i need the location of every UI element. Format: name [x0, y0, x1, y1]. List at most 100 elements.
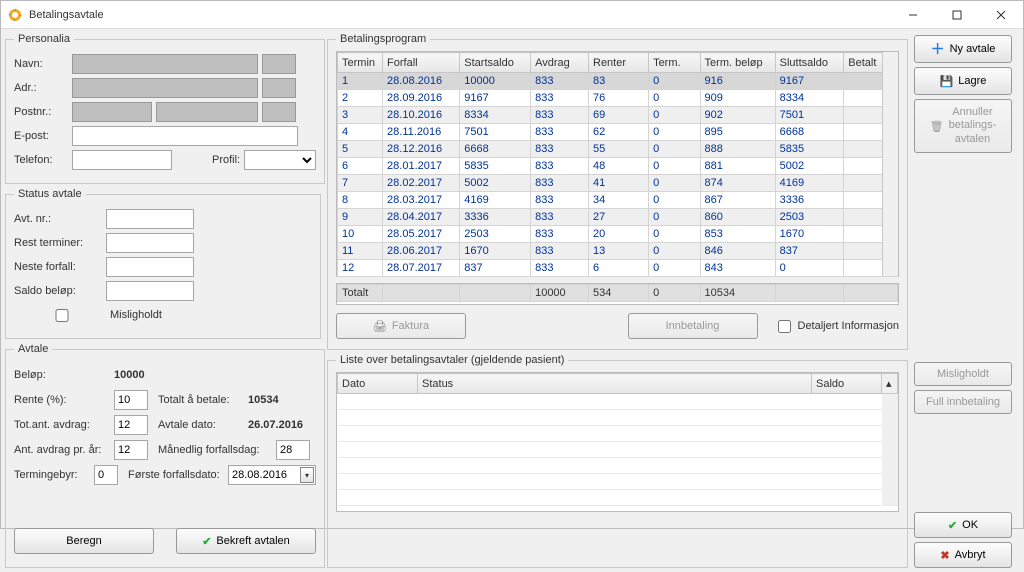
window-title: Betalingsavtale: [29, 9, 104, 21]
program-header-6[interactable]: Term. beløp: [700, 53, 775, 73]
annuller-button[interactable]: 🗑 Annullerbetalings-avtalen: [914, 99, 1012, 153]
program-header-7[interactable]: Sluttsaldo: [775, 53, 844, 73]
postnr-label: Postnr.:: [14, 106, 72, 118]
check-icon: ✔: [202, 535, 211, 548]
program-header-3[interactable]: Avdrag: [531, 53, 589, 73]
neste-input[interactable]: [106, 257, 194, 277]
titlebar: Betalingsavtale: [1, 1, 1023, 29]
avbryt-button[interactable]: ✖Avbryt: [914, 542, 1012, 568]
table-row[interactable]: 728.02.201750028334108744169: [338, 175, 898, 192]
navn-input[interactable]: [72, 54, 258, 74]
navn-input-2[interactable]: [262, 54, 296, 74]
table-row[interactable]: 928.04.201733368332708602503: [338, 209, 898, 226]
misligholdt-checkbox[interactable]: [18, 309, 106, 322]
grid-scrollbar[interactable]: [882, 52, 898, 276]
list-item[interactable]: [338, 458, 898, 474]
close-button[interactable]: [979, 1, 1023, 29]
total-row-grid: Totalt 10000 534 0 10534: [336, 283, 899, 305]
ok-button[interactable]: ✔OK: [914, 512, 1012, 538]
detaljert-check-wrapper[interactable]: Detaljert Informasjon: [774, 317, 900, 336]
ny-avtale-button[interactable]: ＋ Ny avtale: [914, 35, 1012, 63]
total-termbelop: 10534: [700, 285, 775, 302]
plus-icon: ＋: [931, 39, 945, 59]
list2-legend: Liste over betalingsavtaler (gjeldende p…: [336, 354, 568, 366]
program-grid[interactable]: TerminForfallStartsaldoAvdragRenterTerm.…: [336, 51, 899, 277]
trash-icon: 🗑: [930, 120, 944, 133]
program-header-0[interactable]: Termin: [338, 53, 383, 73]
epost-label: E-post:: [14, 130, 72, 142]
antprar-input[interactable]: [114, 440, 148, 460]
total-term: 0: [649, 285, 700, 302]
list-item[interactable]: [338, 394, 898, 410]
table-row[interactable]: 628.01.201758358334808815002: [338, 158, 898, 175]
profil-select[interactable]: [244, 150, 316, 170]
list2-h-dato[interactable]: Dato: [338, 374, 418, 394]
avtnr-input[interactable]: [106, 209, 194, 229]
list-item[interactable]: [338, 474, 898, 490]
app-icon: [7, 7, 23, 23]
totaltbetale-value: 10534: [248, 394, 279, 406]
table-row[interactable]: 1228.07.2017837833608430: [338, 260, 898, 277]
antprar-label: Ant. avdrag pr. år:: [14, 444, 114, 456]
saldo-input[interactable]: [106, 281, 194, 301]
postnr-input-1[interactable]: [72, 102, 152, 122]
full-innbetaling-button[interactable]: Full innbetaling: [914, 390, 1012, 414]
maximize-button[interactable]: [935, 1, 979, 29]
save-icon: 💾: [940, 75, 954, 88]
maned-input[interactable]: [276, 440, 310, 460]
list-item[interactable]: [338, 410, 898, 426]
epost-input[interactable]: [72, 126, 298, 146]
telefon-input[interactable]: [72, 150, 172, 170]
table-row[interactable]: 228.09.201691678337609098334: [338, 90, 898, 107]
list2-scroll-head: ▴: [882, 374, 898, 394]
lagre-button[interactable]: 💾 Lagre: [914, 67, 1012, 95]
personalia-group: Personalia Navn: Adr.: Postnr.: E-post:: [5, 33, 325, 184]
list2-h-status[interactable]: Status: [418, 374, 812, 394]
rest-input[interactable]: [106, 233, 194, 253]
faktura-button[interactable]: 🖨 Faktura: [336, 313, 466, 339]
minimize-button[interactable]: [891, 1, 935, 29]
rente-input[interactable]: [114, 390, 148, 410]
table-row[interactable]: 828.03.201741698333408673336: [338, 192, 898, 209]
table-row[interactable]: 328.10.201683348336909027501: [338, 107, 898, 124]
totant-input[interactable]: [114, 415, 148, 435]
navn-label: Navn:: [14, 58, 72, 70]
misligholdt-button[interactable]: Misligholdt: [914, 362, 1012, 386]
list-item[interactable]: [338, 442, 898, 458]
table-row[interactable]: 1028.05.201725038332008531670: [338, 226, 898, 243]
postnr-input-3[interactable]: [262, 102, 296, 122]
date-dropdown-icon[interactable]: ▾: [300, 467, 314, 483]
list-item[interactable]: [338, 490, 898, 506]
check-icon: ✔: [948, 519, 957, 532]
termingebyr-input[interactable]: [94, 465, 118, 485]
totant-label: Tot.ant. avdrag:: [14, 419, 114, 431]
adr-input-2[interactable]: [262, 78, 296, 98]
table-row[interactable]: 128.08.2016100008338309169167: [338, 73, 898, 90]
table-row[interactable]: 528.12.201666688335508885835: [338, 141, 898, 158]
postnr-input-2[interactable]: [156, 102, 258, 122]
avtaler-list[interactable]: Dato Status Saldo ▴: [336, 372, 899, 512]
adr-label: Adr.:: [14, 82, 72, 94]
totaltbetale-label: Totalt å betale:: [158, 394, 248, 406]
list-item[interactable]: [338, 426, 898, 442]
maned-label: Månedlig forfallsdag:: [158, 444, 276, 456]
list2-h-saldo[interactable]: Saldo: [812, 374, 882, 394]
beregn-button[interactable]: Beregn: [14, 528, 154, 554]
total-renter: 534: [589, 285, 649, 302]
bekreft-button[interactable]: ✔Bekreft avtalen: [176, 528, 316, 554]
detaljert-checkbox[interactable]: [778, 320, 791, 333]
program-header-5[interactable]: Term.: [649, 53, 700, 73]
avtale-legend: Avtale: [14, 343, 52, 355]
table-row[interactable]: 1128.06.20171670833130846837: [338, 243, 898, 260]
table-row[interactable]: 428.11.201675018336208956668: [338, 124, 898, 141]
status-legend: Status avtale: [14, 188, 86, 200]
program-header-4[interactable]: Renter: [589, 53, 649, 73]
innbetaling-button[interactable]: Innbetaling: [628, 313, 758, 339]
program-header-2[interactable]: Startsaldo: [460, 53, 531, 73]
adr-input[interactable]: [72, 78, 258, 98]
telefon-label: Telefon:: [14, 154, 72, 166]
detaljert-label: Detaljert Informasjon: [798, 320, 900, 332]
program-header-1[interactable]: Forfall: [383, 53, 460, 73]
neste-label: Neste forfall:: [14, 261, 106, 273]
printer-icon: 🖨: [373, 320, 387, 333]
